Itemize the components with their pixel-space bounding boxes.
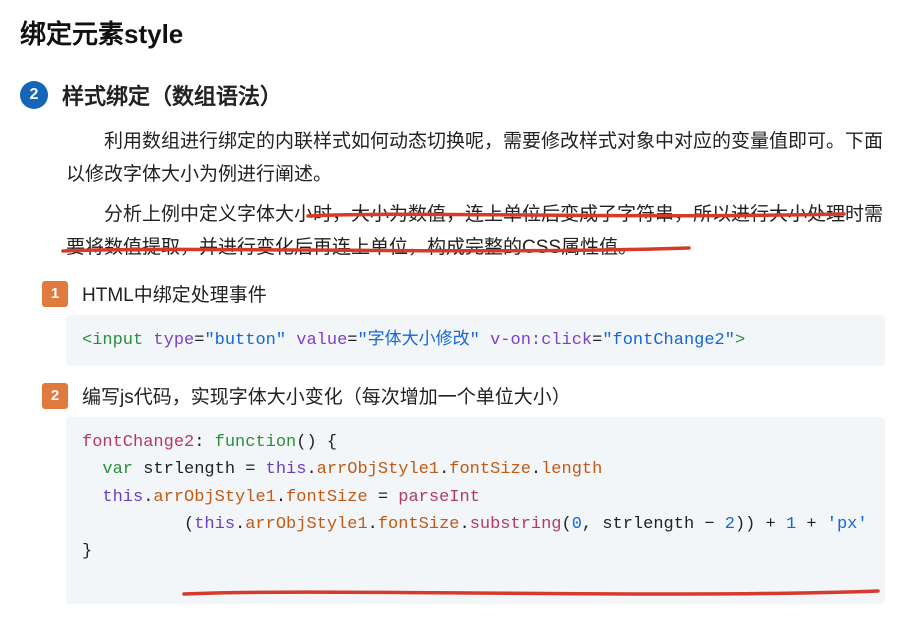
code-token: function bbox=[215, 433, 297, 452]
code-token: this bbox=[102, 488, 143, 507]
code-block-html: <input type="button" value="字体大小修改" v-on… bbox=[66, 315, 885, 366]
code-token: 1 bbox=[786, 515, 796, 534]
code-token: fontChange2 bbox=[82, 433, 194, 452]
code-token: 0 bbox=[572, 515, 582, 534]
code-token: strlength = bbox=[133, 460, 266, 479]
code-token: . bbox=[439, 460, 449, 479]
code-token: "字体大小修改" bbox=[357, 331, 479, 350]
code-token: )) + bbox=[735, 515, 786, 534]
code-token: fontSize bbox=[449, 460, 531, 479]
code-token: 'px' bbox=[827, 515, 868, 534]
paragraph-2: 分析上例中定义字体大小时，大小为数值，连上单位后变成了字符串，所以进行大小处理时… bbox=[66, 198, 885, 265]
code-token: type bbox=[153, 331, 194, 350]
step-1-title: HTML中绑定处理事件 bbox=[82, 280, 267, 307]
code-token: <input bbox=[82, 331, 143, 350]
code-token: arrObjStyle1 bbox=[245, 515, 367, 534]
code-token: substring bbox=[470, 515, 562, 534]
step-2-header: 2 编写js代码，实现字体大小变化（每次增加一个单位大小） bbox=[42, 382, 885, 409]
code-token: . bbox=[143, 488, 153, 507]
code-token: var bbox=[102, 460, 133, 479]
code-token: v-on:click bbox=[490, 331, 592, 350]
code-token: parseInt bbox=[398, 488, 480, 507]
code-token: . bbox=[306, 460, 316, 479]
paragraph-1: 利用数组进行绑定的内联样式如何动态切换呢，需要修改样式对象中对应的变量值即可。下… bbox=[66, 125, 885, 192]
code-token: fontSize bbox=[378, 515, 460, 534]
code-token: ( bbox=[82, 515, 194, 534]
code-token: 2 bbox=[725, 515, 735, 534]
section-title: 样式绑定（数组语法） bbox=[62, 79, 282, 111]
code-token: . bbox=[459, 515, 469, 534]
code-token: this bbox=[194, 515, 235, 534]
code-token: "fontChange2" bbox=[602, 331, 735, 350]
step-2-badge: 2 bbox=[42, 383, 68, 409]
code-token: value bbox=[296, 331, 347, 350]
code-token: } bbox=[82, 542, 92, 561]
code-token: length bbox=[541, 460, 602, 479]
section-badge: 2 bbox=[20, 81, 48, 109]
code-token: . bbox=[276, 488, 286, 507]
code-token bbox=[82, 460, 102, 479]
code-token: + bbox=[796, 515, 827, 534]
code-token: , strlength − bbox=[582, 515, 725, 534]
code-token: ( bbox=[562, 515, 572, 534]
code-token: this bbox=[266, 460, 307, 479]
step-2-title: 编写js代码，实现字体大小变化（每次增加一个单位大小） bbox=[82, 382, 571, 409]
annotation-underline-3 bbox=[181, 584, 881, 602]
code-token: fontSize bbox=[286, 488, 368, 507]
step-1-badge: 1 bbox=[42, 281, 68, 307]
code-token: "button" bbox=[204, 331, 286, 350]
code-token: > bbox=[735, 331, 745, 350]
code-token: = bbox=[368, 488, 399, 507]
section-header: 2 样式绑定（数组语法） bbox=[20, 79, 885, 111]
code-token: arrObjStyle1 bbox=[317, 460, 439, 479]
code-token: () { bbox=[296, 433, 337, 452]
code-token: . bbox=[531, 460, 541, 479]
step-1-header: 1 HTML中绑定处理事件 bbox=[42, 280, 885, 307]
code-token: . bbox=[368, 515, 378, 534]
page-title: 绑定元素style bbox=[20, 14, 885, 51]
code-token bbox=[82, 488, 102, 507]
code-token: arrObjStyle1 bbox=[153, 488, 275, 507]
code-block-js: fontChange2: function() { var strlength … bbox=[66, 417, 885, 604]
code-token: . bbox=[235, 515, 245, 534]
code-token: : bbox=[194, 433, 214, 452]
